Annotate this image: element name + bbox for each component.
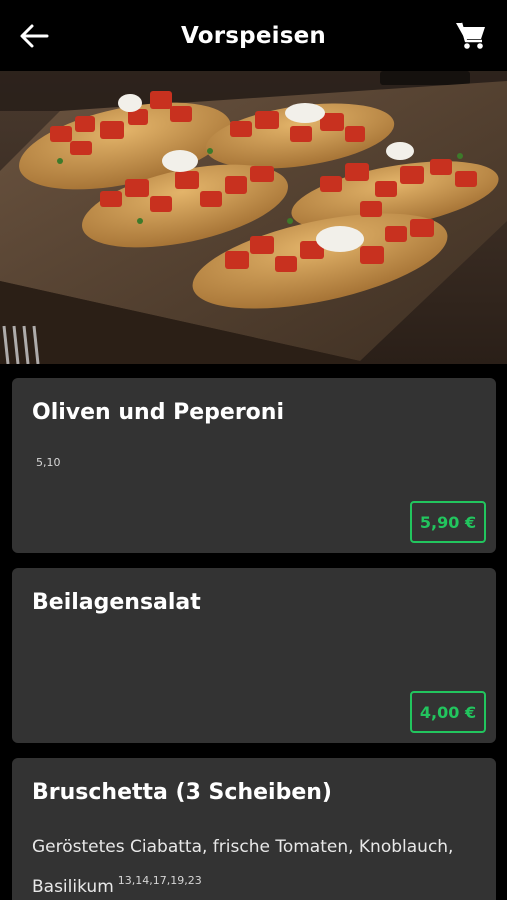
category-hero-image (0, 71, 507, 364)
shopping-cart-icon (456, 22, 485, 49)
top-app-bar: Vorspeisen (0, 0, 507, 71)
menu-item-allergens: 5,10 (36, 456, 61, 469)
price-button[interactable]: 5,90 € (410, 501, 486, 543)
menu-item-name: Oliven und Peperoni (32, 400, 284, 425)
bruschetta-photo (0, 71, 507, 364)
menu-item-card[interactable]: Oliven und Peperoni 5,10 5,90 € (12, 378, 496, 553)
menu-item-name: Bruschetta (3 Scheiben) (32, 780, 332, 805)
menu-item-card[interactable]: Beilagensalat 4,00 € (12, 568, 496, 743)
page-title: Vorspeisen (181, 23, 326, 49)
description-text: Geröstetes Ciabatta, frische Tomaten, Kn… (32, 837, 454, 897)
menu-item-card[interactable]: Bruschetta (3 Scheiben) Geröstetes Ciaba… (12, 758, 496, 900)
app-screen: Vorspeisen Oliven und Peperoni 5,10 5,90… (0, 0, 507, 900)
menu-item-name: Beilagensalat (32, 590, 201, 615)
price-button[interactable]: 4,00 € (410, 691, 486, 733)
cart-button[interactable] (453, 17, 489, 53)
menu-item-allergens: 13,14,17,19,23 (117, 874, 202, 887)
menu-item-description: Geröstetes Ciabatta, frische Tomaten, Kn… (32, 830, 478, 900)
